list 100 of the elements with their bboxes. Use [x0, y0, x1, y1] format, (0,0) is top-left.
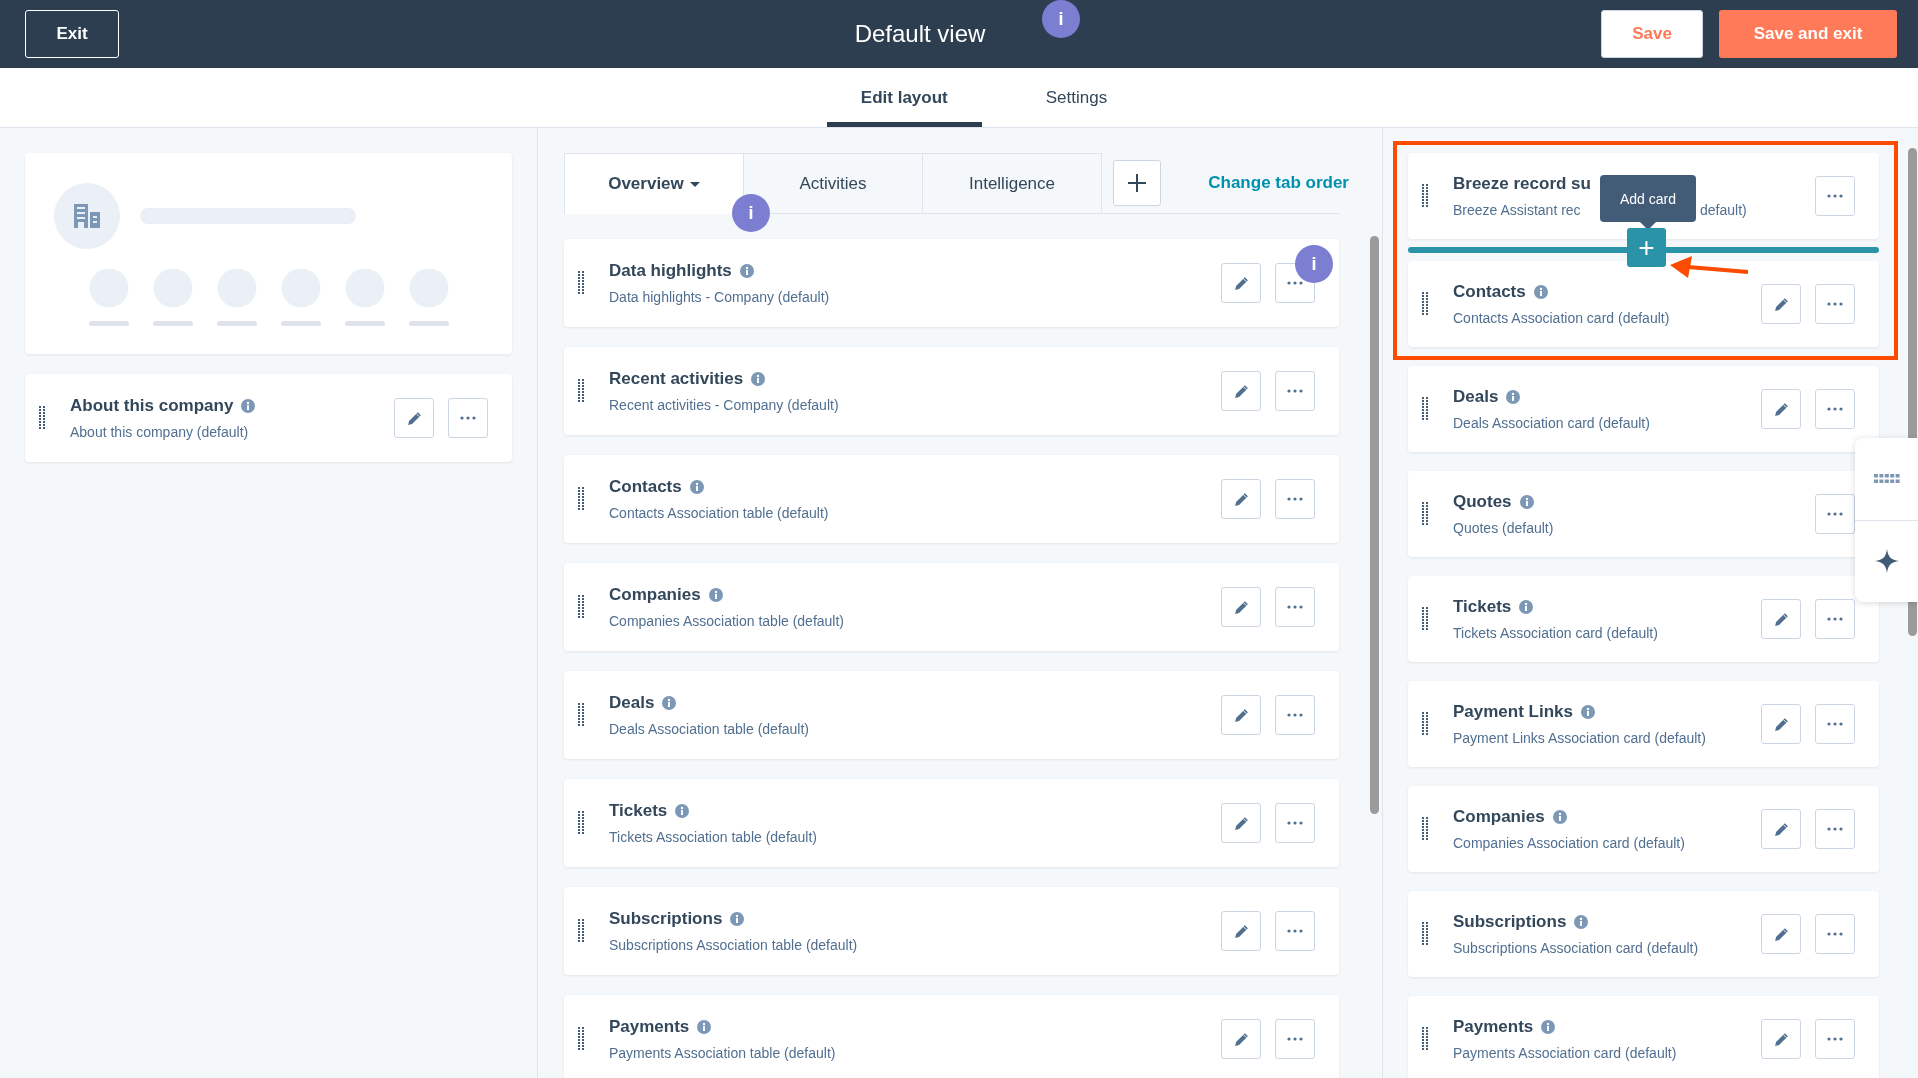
- drag-handle-icon[interactable]: [578, 1027, 584, 1051]
- ellipsis-icon: [1287, 929, 1303, 933]
- layout-card[interactable]: Tickets Tickets Association table (default): [564, 779, 1339, 867]
- edit-button[interactable]: [1761, 704, 1801, 744]
- drag-handle-icon[interactable]: [39, 406, 45, 430]
- pencil-icon: [1773, 926, 1789, 942]
- exit-button[interactable]: Exit: [25, 10, 119, 58]
- drag-handle-icon[interactable]: [1422, 1027, 1428, 1051]
- layout-card[interactable]: Contacts Contacts Association card (default): [1408, 261, 1879, 347]
- card-subtitle: Recent activities - Company (default): [609, 397, 840, 413]
- info-icon: [730, 912, 745, 926]
- edit-button[interactable]: [1221, 263, 1261, 303]
- drag-handle-icon[interactable]: [578, 811, 584, 835]
- card-subtitle: Tickets Association card (default): [1453, 625, 1659, 641]
- card-subtitle: Companies Association card (default): [1453, 835, 1686, 851]
- hint-badge[interactable]: i: [1042, 0, 1080, 38]
- scrollbar-thumb[interactable]: [1370, 236, 1379, 814]
- pencil-icon: [1773, 716, 1789, 732]
- drag-handle-icon[interactable]: [1422, 184, 1428, 208]
- layout-card[interactable]: About this company About this company (default): [25, 374, 512, 462]
- card-subtitle: Deals Association card (default): [1453, 415, 1651, 431]
- hint-badge[interactable]: i: [732, 194, 770, 232]
- card-tab[interactable]: Intelligence: [922, 153, 1102, 213]
- drag-handle-icon[interactable]: [578, 379, 584, 403]
- drag-handle-icon[interactable]: [1422, 922, 1428, 946]
- ellipsis-icon: [1827, 1037, 1843, 1041]
- layout-card[interactable]: Subscriptions Subscriptions Association table (default): [564, 887, 1339, 975]
- view-tab[interactable]: Edit layout: [826, 68, 982, 127]
- drag-handle-icon[interactable]: [1422, 397, 1428, 421]
- edit-button[interactable]: [1761, 809, 1801, 849]
- building-icon: [74, 204, 100, 228]
- card-subtitle: Payments Association card (default): [1453, 1045, 1678, 1061]
- pencil-icon: [1233, 1031, 1249, 1047]
- drag-handle-icon[interactable]: [1422, 712, 1428, 736]
- edit-button[interactable]: [1761, 1019, 1801, 1059]
- drag-handle-icon[interactable]: [578, 595, 584, 619]
- layout-card[interactable]: Companies Companies Association card (default): [1408, 786, 1879, 872]
- edit-button[interactable]: [394, 398, 434, 438]
- ellipsis-icon: [1827, 407, 1843, 411]
- edit-button[interactable]: [1761, 389, 1801, 429]
- edit-button[interactable]: [1221, 803, 1261, 843]
- drag-handle-icon[interactable]: [1422, 502, 1428, 526]
- layout-card[interactable]: Contacts Contacts Association table (default): [564, 455, 1339, 543]
- sparkle-icon[interactable]: [1874, 549, 1899, 574]
- add-card-button[interactable]: +: [1627, 228, 1666, 267]
- ellipsis-icon: [1827, 194, 1843, 198]
- card-title: Companies: [609, 585, 701, 605]
- layout-card[interactable]: Deals Deals Association card (default): [1408, 366, 1879, 452]
- info-icon: [751, 372, 766, 386]
- edit-button[interactable]: [1221, 695, 1261, 735]
- drag-handle-icon[interactable]: [578, 487, 584, 511]
- drag-handle-icon[interactable]: [1422, 607, 1428, 631]
- view-title: Default view: [853, 20, 987, 48]
- drag-handle-icon[interactable]: [578, 271, 584, 295]
- layout-card[interactable]: Subscriptions Subscriptions Association card (default): [1408, 891, 1879, 977]
- layout-card[interactable]: Recent activities Recent activities - Company (default): [564, 347, 1339, 435]
- layout-card[interactable]: Deals Deals Association table (default): [564, 671, 1339, 759]
- card-title: Deals: [1453, 387, 1499, 407]
- card-title: Recent activities: [609, 369, 744, 389]
- add-tab-button[interactable]: [1113, 160, 1161, 206]
- drag-handle-icon[interactable]: [578, 703, 584, 727]
- layout-card[interactable]: Payments Payments Association card (default): [1408, 996, 1879, 1078]
- card-subtitle: Payments Association table (default): [609, 1045, 837, 1061]
- card-title: Subscriptions: [609, 909, 723, 929]
- pencil-icon: [1773, 611, 1789, 627]
- layout-card[interactable]: Data highlights Data highlights - Company (default) i: [564, 239, 1339, 327]
- card-subtitle: Contacts Association card (default): [1453, 310, 1671, 326]
- info-icon: [739, 264, 754, 278]
- card-title: Tickets: [609, 801, 668, 821]
- card-title: Data highlights: [609, 261, 732, 281]
- layout-card[interactable]: Payments Payments Association table (default): [564, 995, 1339, 1078]
- layout-card[interactable]: Companies Companies Association table (default): [564, 563, 1339, 651]
- edit-button[interactable]: [1761, 599, 1801, 639]
- layout-card[interactable]: Tickets Tickets Association card (default): [1408, 576, 1879, 662]
- edit-button[interactable]: [1761, 284, 1801, 324]
- view-tab[interactable]: Settings: [1011, 68, 1142, 127]
- drag-handle-icon[interactable]: [1422, 817, 1428, 841]
- drag-handle-icon[interactable]: [578, 919, 584, 943]
- card-subtitle: Companies Association table (default): [609, 613, 846, 629]
- edit-button[interactable]: [1221, 479, 1261, 519]
- card-title: Payments: [609, 1017, 690, 1037]
- layout-card[interactable]: Payment Links Payment Links Association card (default): [1408, 681, 1879, 767]
- pencil-icon: [1773, 296, 1789, 312]
- edit-button[interactable]: [1221, 911, 1261, 951]
- info-icon: [1552, 810, 1567, 824]
- edit-button[interactable]: [1221, 587, 1261, 627]
- card-subtitle: Contacts Association table (default): [609, 505, 830, 521]
- edit-button[interactable]: [1761, 914, 1801, 954]
- hint-tooltip[interactable]: i: [1295, 245, 1333, 283]
- card-tab[interactable]: Overview: [564, 153, 744, 214]
- card-subtitle: Breeze Assistant rec: [1453, 202, 1582, 218]
- pencil-icon: [406, 410, 422, 426]
- pencil-icon: [1233, 491, 1249, 507]
- edit-button[interactable]: [1221, 371, 1261, 411]
- ellipsis-icon: [1287, 821, 1303, 825]
- grid-icon[interactable]: [1873, 474, 1900, 484]
- pencil-icon: [1233, 275, 1249, 291]
- edit-button[interactable]: [1221, 1019, 1261, 1059]
- info-icon: [675, 804, 690, 818]
- drag-handle-icon[interactable]: [1422, 292, 1428, 316]
